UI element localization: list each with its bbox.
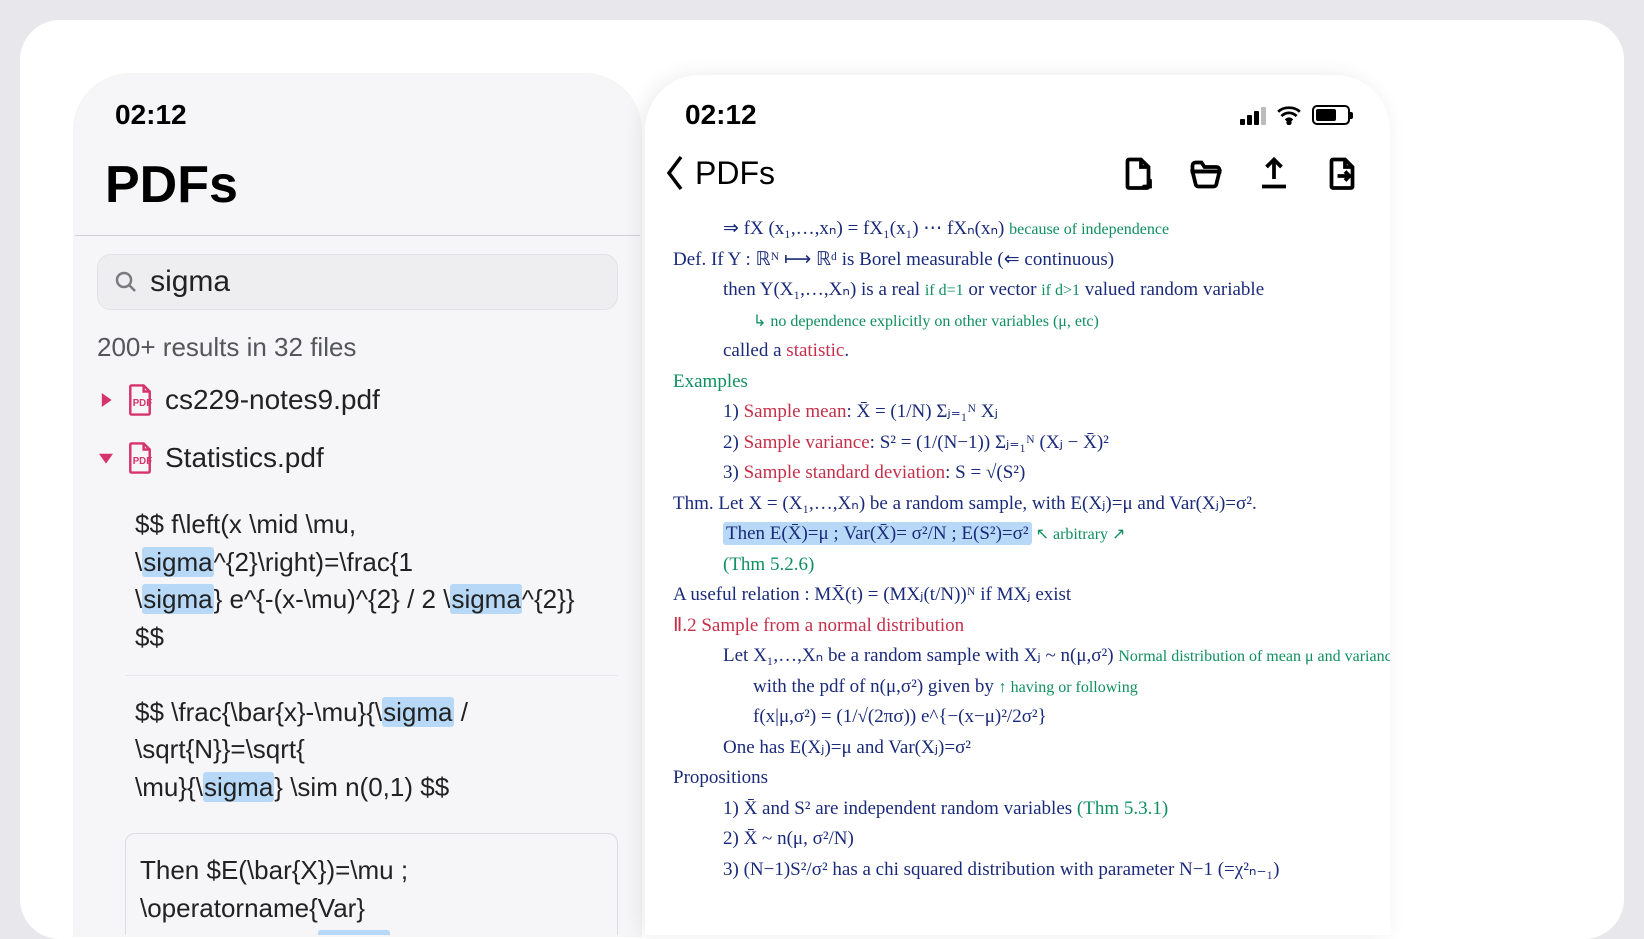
battery-icon xyxy=(1312,105,1350,125)
doc-header: PDFs xyxy=(645,145,1390,207)
notch xyxy=(928,75,1108,110)
pdf-icon: PDF xyxy=(125,441,155,475)
doc-line: then Y(X₁,…,Xₙ) is a real if d=1 or vect… xyxy=(673,276,1370,305)
doc-line: One has E(Xⱼ)=μ and Var(Xⱼ)=σ² xyxy=(673,734,1370,763)
search-result[interactable]: $$ f\left(x \mid \mu, \sigma^{2}\right)=… xyxy=(125,487,618,675)
header: PDFs xyxy=(75,145,640,235)
doc-line: 2) X̄ ~ n(μ, σ²/N) xyxy=(673,825,1370,854)
svg-text:PDF: PDF xyxy=(133,398,152,409)
chevron-down-icon xyxy=(97,449,115,467)
folder-open-icon xyxy=(1188,155,1224,191)
doc-line: 3) (N−1)S²/σ² has a chi squared distribu… xyxy=(673,856,1370,885)
doc-line: 1) Sample mean: X̄ = (1/N) Σⱼ₌₁ᴺ Xⱼ xyxy=(673,398,1370,427)
search-result[interactable]: Then $E(\bar{X})=\mu ; \operatorname{Var… xyxy=(125,833,618,935)
chevron-right-icon xyxy=(97,391,115,409)
document-content[interactable]: ⇒ fX (x₁,…,xₙ) = fX₁(x₁) ⋯ fXₙ(xₙ) becau… xyxy=(645,207,1390,886)
search-wrap xyxy=(75,236,640,320)
doc-line: ⇒ fX (x₁,…,xₙ) = fX₁(x₁) ⋯ fXₙ(xₙ) becau… xyxy=(673,215,1370,244)
doc-line: (Thm 5.2.6) xyxy=(673,551,1370,580)
status-time: 02:12 xyxy=(115,99,187,131)
cellular-icon xyxy=(1240,105,1266,125)
search-input[interactable] xyxy=(150,265,601,299)
status-time: 02:12 xyxy=(685,99,757,131)
doc-line: ↳ no dependence explicitly on other vari… xyxy=(673,307,1370,336)
snippets: $$ f\left(x \mid \mu, \sigma^{2}\right)=… xyxy=(75,487,640,935)
doc-line: A useful relation : MX̄(t) = (MXⱼ(t/N))ᴺ… xyxy=(673,581,1370,610)
file-name: cs229-notes9.pdf xyxy=(165,384,380,416)
phone-document: 02:12 PDFs xyxy=(645,75,1390,935)
export-button[interactable] xyxy=(1322,153,1362,193)
files-list: PDF cs229-notes9.pdf PDF Statistics.pdf $$ f… xyxy=(75,371,640,935)
back-button[interactable]: PDFs xyxy=(661,153,775,193)
doc-line: Thm. Let X = (X₁,…,Xₙ) be a random sampl… xyxy=(673,490,1370,519)
page-title: PDFs xyxy=(105,155,610,215)
search-box[interactable] xyxy=(97,254,618,310)
doc-line: called a statistic. xyxy=(673,337,1370,366)
notch xyxy=(268,75,448,110)
doc-line: 1) X̄ and S² are independent random vari… xyxy=(673,795,1370,824)
file-name: Statistics.pdf xyxy=(165,442,324,474)
wifi-icon xyxy=(1276,105,1302,125)
doc-line: 3) Sample standard deviation: S = √(S²) xyxy=(673,459,1370,488)
share-button[interactable] xyxy=(1254,153,1294,193)
doc-line: Ⅱ.2 Sample from a normal distribution xyxy=(673,612,1370,641)
file-row[interactable]: PDF Statistics.pdf xyxy=(75,429,640,487)
status-icons xyxy=(1240,105,1350,125)
search-result[interactable]: $$ \frac{\bar{x}-\mu}{\sigma / \sqrt{N}}… xyxy=(125,675,618,825)
doc-line: f(x|μ,σ²) = (1/√(2πσ)) e^{−(x−μ)²/2σ²} xyxy=(673,703,1370,732)
doc-line: Propositions xyxy=(673,764,1370,793)
doc-line: Let X₁,…,Xₙ be a random sample with Xⱼ ~… xyxy=(673,642,1370,671)
search-icon xyxy=(114,269,138,295)
doc-line: Examples xyxy=(673,368,1370,397)
results-summary: 200+ results in 32 files xyxy=(75,320,640,371)
file-row[interactable]: PDF cs229-notes9.pdf xyxy=(75,371,640,429)
doc-line: 2) Sample variance: S² = (1/(N−1)) Σⱼ₌₁ᴺ… xyxy=(673,429,1370,458)
upload-icon xyxy=(1256,155,1292,191)
app-container: 02:12 PDFs 200+ results in 32 files PDF c… xyxy=(20,20,1624,939)
doc-line: with the pdf of n(μ,σ²) given by ↑ havin… xyxy=(673,673,1370,702)
doc-line: Def. If Y : ℝᴺ ⟼ ℝᵈ is Borel measurable … xyxy=(673,246,1370,275)
pdf-icon: PDF xyxy=(125,383,155,417)
folder-button[interactable] xyxy=(1186,153,1226,193)
chevron-left-icon xyxy=(661,153,689,193)
back-label: PDFs xyxy=(695,155,775,192)
ocr-button[interactable] xyxy=(1118,153,1158,193)
phone-search: 02:12 PDFs 200+ results in 32 files PDF c… xyxy=(75,75,640,935)
document-scan-icon xyxy=(1120,155,1156,191)
svg-text:PDF: PDF xyxy=(133,456,152,467)
doc-line: Then E(X̄)=μ ; Var(X̄)= σ²/N ; E(S²)=σ² … xyxy=(673,520,1370,549)
toolbar xyxy=(1118,153,1362,193)
file-export-icon xyxy=(1324,155,1360,191)
